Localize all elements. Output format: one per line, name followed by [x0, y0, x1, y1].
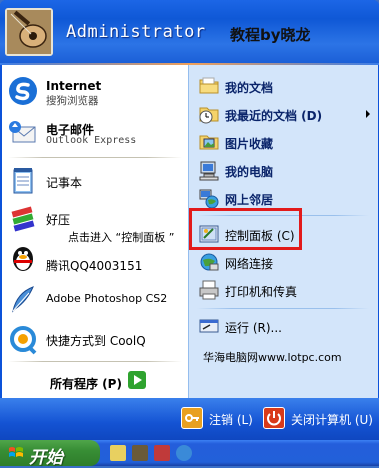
logoff-label: 注销 (L)	[209, 413, 253, 427]
right-item-my-documents[interactable]: 我的文档	[189, 73, 378, 99]
recent-documents-icon	[199, 107, 219, 124]
program-item-email[interactable]: 电子邮件 Outlook Express	[2, 113, 188, 153]
program-title: 快捷方式到 CoolQ	[46, 334, 146, 348]
quicklaunch-app-icon[interactable]	[132, 445, 148, 461]
windows-logo-icon	[9, 447, 23, 457]
right-item-label: 打印机和传真	[225, 285, 298, 299]
right-item-network-connections[interactable]: 网络连接	[189, 249, 378, 275]
right-item-label: 我的电脑	[225, 165, 274, 179]
program-title: 腾讯QQ4003151	[46, 259, 143, 273]
network-connections-icon	[200, 253, 219, 271]
program-title: Internet	[46, 79, 102, 93]
notepad-icon	[13, 168, 33, 194]
right-item-my-pictures[interactable]: 图片收藏	[189, 129, 378, 155]
program-subtitle: 搜狗浏览器	[46, 95, 99, 107]
all-programs-arrow-icon[interactable]	[128, 371, 146, 389]
left-divider	[8, 361, 182, 362]
sogou-browser-icon	[9, 77, 37, 105]
right-item-label: 我最近的文档 (D)	[225, 109, 323, 123]
start-menu: Administrator 教程by晓龙 Internet 搜狗浏览器 电子邮件…	[0, 0, 379, 440]
quicklaunch-browser-icon[interactable]	[176, 445, 192, 461]
computer-icon	[199, 161, 219, 181]
logoff-key-icon	[181, 407, 203, 429]
program-title: Adobe Photoshop CS2	[46, 292, 168, 305]
shutdown-label: 关闭计算机 (U)	[291, 413, 373, 427]
start-menu-footer: 注销 (L) 关闭计算机 (U)	[0, 398, 379, 440]
pictures-folder-icon	[199, 135, 219, 150]
start-menu-header: Administrator 教程by晓龙	[0, 0, 379, 63]
program-subtitle: Outlook Express	[46, 135, 137, 146]
right-item-label: 我的文档	[225, 81, 274, 95]
right-item-label: 运行 (R)...	[225, 321, 282, 335]
coolq-icon	[10, 326, 37, 355]
program-title: 好压	[46, 213, 71, 227]
photoshop-feather-icon	[12, 286, 34, 313]
control-panel-highlight	[189, 208, 302, 250]
left-divider	[8, 157, 182, 158]
logoff-button[interactable]: 注销 (L)	[181, 407, 261, 431]
right-item-my-computer[interactable]: 我的电脑	[189, 157, 378, 183]
right-item-printers[interactable]: 打印机和传真	[189, 277, 378, 303]
instruction-annotation: 点击进入 “控制面板 ”	[68, 229, 175, 245]
run-icon	[199, 319, 219, 333]
site-watermark: 华海电脑网www.lotpc.com	[203, 351, 342, 364]
start-button[interactable]: 开始	[0, 440, 100, 468]
qq-penguin-icon	[13, 247, 33, 271]
right-item-label: 图片收藏	[225, 137, 274, 151]
right-item-recent-documents[interactable]: 我最近的文档 (D)	[189, 101, 378, 127]
folder-icon	[199, 77, 219, 94]
program-item-photoshop[interactable]: Adobe Photoshop CS2	[2, 281, 188, 317]
start-label: 开始	[29, 448, 63, 468]
program-item-notepad[interactable]: 记事本	[2, 163, 188, 199]
user-avatar[interactable]	[5, 8, 53, 56]
right-item-run[interactable]: 运行 (R)...	[189, 313, 378, 339]
network-globe-icon	[199, 189, 219, 209]
username-label: Administrator	[66, 22, 206, 42]
right-divider	[197, 308, 369, 309]
shutdown-button[interactable]: 关闭计算机 (U)	[263, 407, 373, 431]
quicklaunch-app-icon[interactable]	[154, 445, 170, 461]
submenu-arrow-icon	[366, 110, 370, 118]
taskbar: 开始	[0, 440, 379, 468]
outlook-express-icon	[9, 121, 36, 143]
all-programs-button[interactable]: 所有程序 (P)	[50, 375, 122, 392]
power-icon	[263, 407, 285, 429]
quicklaunch-app-icon[interactable]	[110, 445, 126, 461]
program-title: 记事本	[46, 176, 83, 190]
right-item-label: 网络连接	[225, 257, 274, 271]
program-item-coolq[interactable]: 快捷方式到 CoolQ	[2, 321, 188, 357]
haozip-icon	[11, 206, 35, 232]
tutorial-watermark: 教程by晓龙	[230, 26, 311, 44]
printer-icon	[199, 280, 219, 300]
program-item-internet[interactable]: Internet 搜狗浏览器	[2, 71, 188, 111]
right-item-label: 网上邻居	[225, 193, 274, 207]
